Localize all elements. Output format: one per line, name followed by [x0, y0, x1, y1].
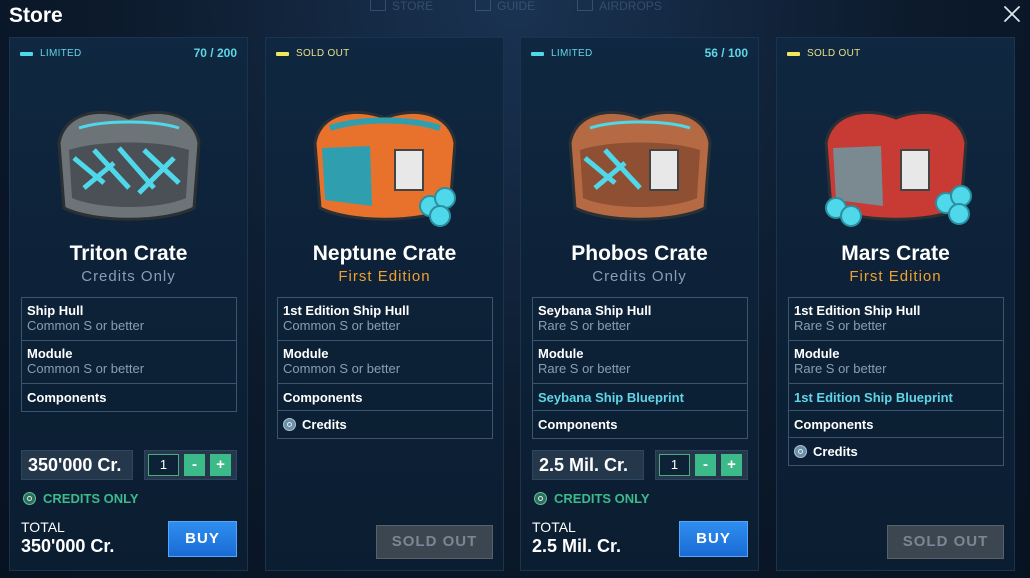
- background-nav: STORE GUIDE AIRDROPS: [370, 0, 662, 13]
- credits-coin-icon: [534, 492, 547, 505]
- total-value: 350'000 Cr.: [21, 536, 115, 556]
- crate-subtitle: Credits Only: [81, 268, 176, 285]
- quantity-stepper: 1 - +: [655, 450, 748, 480]
- contents-row: Components: [278, 384, 492, 411]
- contents-row: Module Rare S or better: [789, 341, 1003, 384]
- contents-row: Module Rare S or better: [533, 341, 747, 384]
- contents-row: Seybana Ship Blueprint: [533, 384, 747, 411]
- credits-coin-icon: [23, 492, 36, 505]
- crate-image: [44, 88, 214, 238]
- contents-row: Module Common S or better: [278, 341, 492, 384]
- crate-card-triton: LIMITED 70 / 200 Triton Crate Credits On…: [9, 37, 248, 571]
- crate-contents: 1st Edition Ship Hull Common S or better …: [277, 297, 493, 439]
- contents-row: Seybana Ship Hull Rare S or better: [533, 298, 747, 341]
- credits-coin-icon: [283, 418, 296, 431]
- quantity-input[interactable]: 1: [148, 454, 179, 476]
- credits-only-label: CREDITS ONLY: [23, 491, 139, 506]
- crate-name: Triton Crate: [69, 242, 188, 265]
- price-display: 2.5 Mil. Cr.: [532, 450, 644, 480]
- crate-name: Phobos Crate: [571, 242, 708, 265]
- sold-out-tag: SOLD OUT: [276, 48, 350, 59]
- quantity-plus-button[interactable]: +: [721, 454, 742, 476]
- sold-out-button: SOLD OUT: [376, 525, 493, 559]
- limited-tag: LIMITED: [20, 48, 82, 59]
- crate-subtitle: Credits Only: [592, 268, 687, 285]
- store-icon: [370, 0, 386, 11]
- contents-row: Components: [789, 411, 1003, 438]
- buy-button[interactable]: BUY: [168, 521, 237, 557]
- credits-only-label: CREDITS ONLY: [534, 491, 650, 506]
- contents-row: Credits: [278, 411, 492, 438]
- window-title: Store: [9, 4, 63, 27]
- sold-out-bar-icon: [276, 51, 289, 56]
- bg-nav-guide: GUIDE: [475, 0, 535, 13]
- crate-card-mars: SOLD OUT Mars Crate First Edition 1st Ed…: [776, 37, 1015, 571]
- crate-card-neptune: SOLD OUT Neptune Crate First Edition 1st…: [265, 37, 504, 571]
- crate-contents: Seybana Ship Hull Rare S or better Module…: [532, 297, 748, 439]
- total-label: TOTAL: [532, 519, 576, 535]
- total-value: 2.5 Mil. Cr.: [532, 536, 622, 556]
- contents-row: Credits: [789, 438, 1003, 465]
- contents-row: 1st Edition Ship Hull Rare S or better: [789, 298, 1003, 341]
- guide-icon: [475, 0, 492, 11]
- card-header: SOLD OUT: [777, 38, 1014, 70]
- price-display: 350'000 Cr.: [21, 450, 133, 480]
- close-icon[interactable]: [1002, 3, 1022, 25]
- stock-count: 56 / 100: [704, 46, 748, 60]
- contents-row: Components: [538, 417, 618, 432]
- crate-subtitle: First Edition: [338, 268, 431, 285]
- crate-contents: 1st Edition Ship Hull Rare S or better Mo…: [788, 297, 1004, 466]
- store-header: Store STORE GUIDE AIRDROPS: [0, 0, 1030, 32]
- limited-tag: LIMITED: [531, 48, 593, 59]
- contents-row: Module Common S or better: [22, 341, 236, 384]
- card-header: LIMITED 70 / 200: [10, 38, 247, 70]
- crate-image: [300, 88, 470, 238]
- crate-name: Neptune Crate: [312, 242, 457, 265]
- contents-row: 1st Edition Ship Blueprint: [789, 384, 1003, 411]
- stock-count: 70 / 200: [193, 46, 237, 60]
- crate-image: [811, 88, 981, 238]
- contents-row: Components: [27, 390, 107, 405]
- sold-out-button: SOLD OUT: [887, 525, 1004, 559]
- card-header: SOLD OUT: [266, 38, 503, 70]
- contents-row: Ship Hull Common S or better: [22, 298, 236, 341]
- limited-bar-icon: [20, 51, 33, 56]
- card-header: LIMITED 56 / 100: [521, 38, 758, 70]
- crate-image: [555, 88, 725, 238]
- crate-name: Mars Crate: [841, 242, 950, 265]
- quantity-plus-button[interactable]: +: [210, 454, 231, 476]
- contents-row: 1st Edition Ship Hull Common S or better: [278, 298, 492, 341]
- crate-contents: Ship Hull Common S or better Module Common…: [21, 297, 237, 412]
- credits-coin-icon: [794, 445, 807, 458]
- quantity-stepper: 1 - +: [144, 450, 237, 480]
- bg-nav-airdrops: AIRDROPS: [577, 0, 662, 13]
- crate-card-phobos: LIMITED 56 / 100 Phobos Crate Credits On…: [520, 37, 759, 571]
- quantity-minus-button[interactable]: -: [695, 454, 716, 476]
- sold-out-bar-icon: [787, 51, 800, 56]
- buy-button[interactable]: BUY: [679, 521, 748, 557]
- limited-bar-icon: [531, 51, 544, 56]
- bg-nav-store: STORE: [370, 0, 433, 13]
- airdrops-icon: [577, 0, 594, 11]
- total-label: TOTAL: [21, 519, 65, 535]
- quantity-input[interactable]: 1: [659, 454, 690, 476]
- crate-subtitle: First Edition: [849, 268, 942, 285]
- quantity-minus-button[interactable]: -: [184, 454, 205, 476]
- sold-out-tag: SOLD OUT: [787, 48, 861, 59]
